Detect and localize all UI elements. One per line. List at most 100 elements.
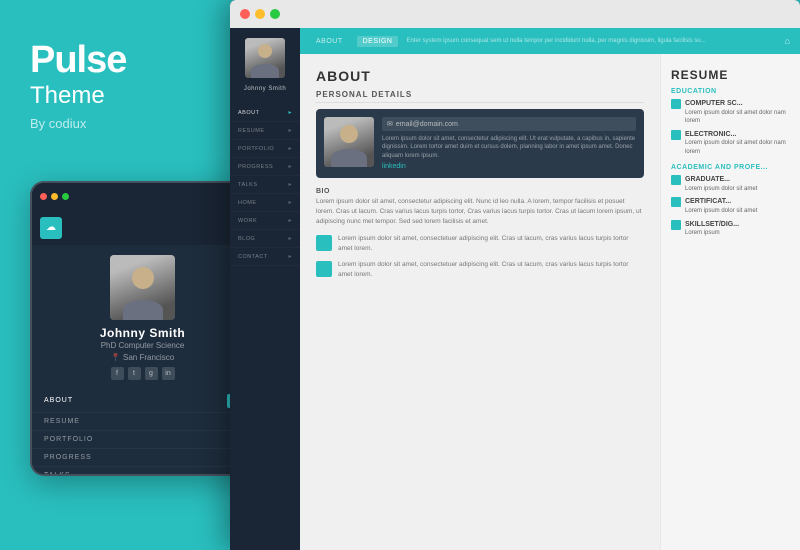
profile-info: ✉ email@domain.com Lorem ipsum dolor sit…	[382, 117, 636, 170]
about-title: ABOUT	[316, 68, 644, 84]
mobile-titlebar	[32, 183, 253, 211]
resume-text-1: ELECTRONIC... Lorem ipsum dolor sit amet…	[685, 130, 790, 157]
resume-dot-3	[671, 175, 681, 185]
desktop-sidebar-avatar	[245, 38, 285, 78]
action-icon-1	[316, 235, 332, 251]
desktop-tab-design[interactable]: DESIGN	[357, 36, 399, 47]
resume-item-1: ELECTRONIC... Lorem ipsum dolor sit amet…	[671, 130, 790, 157]
googleplus-icon[interactable]: g	[145, 367, 158, 380]
bio-block: Bio Lorem ipsum dolor sit amet, consecte…	[316, 188, 644, 226]
desktop-content: ABOUT PERSONAL DETAILS ✉ email@domain.co…	[300, 54, 800, 550]
mobile-user-location: 📍 San Francisco	[111, 353, 174, 362]
desktop-dot-green	[270, 9, 280, 19]
ds-nav-home[interactable]: HOME ▸	[230, 194, 300, 212]
ds-arrow-contact: ▸	[288, 253, 292, 260]
academic-title: ACADEMIC AND PROFE...	[671, 164, 790, 171]
desktop-tab-about[interactable]: ABOUT	[310, 36, 349, 47]
profile-email: ✉ email@domain.com	[382, 117, 636, 131]
ds-nav-resume[interactable]: RESUME ▸	[230, 122, 300, 140]
action-icon-2	[316, 261, 332, 277]
desktop-topbar: ABOUT DESIGN Enter system ipsum consequa…	[300, 28, 800, 54]
profile-description: Lorem ipsum dolor sit amet, consectetur …	[382, 135, 636, 160]
resume-academic: ACADEMIC AND PROFE... GRADUATE... Lorem …	[671, 164, 790, 238]
desktop-mockup: Johnny Smith ABOUT ▸ RESUME ▸ PORTFOLIO …	[230, 0, 800, 550]
mobile-user-title: PhD Computer Science	[101, 341, 185, 350]
twitter-icon[interactable]: t	[128, 367, 141, 380]
ds-arrow-progress: ▸	[288, 163, 292, 170]
mobile-header: ☁	[32, 211, 253, 245]
mobile-mockup: ☁ Johnny Smith PhD Computer Science 📍 Sa…	[30, 181, 255, 476]
resume-item-3: GRADUATE... Lorem ipsum dolor sit amet	[671, 175, 790, 193]
home-icon[interactable]: ⌂	[785, 36, 790, 46]
ds-nav-blog[interactable]: BLOG ▸	[230, 230, 300, 248]
linkedin-icon[interactable]: in	[162, 367, 175, 380]
profile-card: ✉ email@domain.com Lorem ipsum dolor sit…	[316, 109, 644, 178]
desktop-main: ABOUT DESIGN Enter system ipsum consequa…	[300, 28, 800, 550]
ds-arrow-talks: ▸	[288, 181, 292, 188]
branding-panel: Pulse Theme By codiux ☁	[0, 0, 230, 550]
ds-arrow-about: ▸	[288, 109, 292, 116]
facebook-icon[interactable]: f	[111, 367, 124, 380]
profile-link[interactable]: linkedin	[382, 163, 636, 170]
resume-text-0: COMPUTER SC... Lorem ipsum dolor sit ame…	[685, 99, 790, 126]
desktop-titlebar	[230, 0, 800, 28]
desktop-about-section: ABOUT PERSONAL DETAILS ✉ email@domain.co…	[300, 54, 660, 550]
desktop-inner: Johnny Smith ABOUT ▸ RESUME ▸ PORTFOLIO …	[230, 28, 800, 550]
resume-item-5: SKILLSET/DIG... Lorem ipsum	[671, 220, 790, 238]
mobile-content-area: ☁ Johnny Smith PhD Computer Science 📍 Sa…	[32, 211, 253, 474]
resume-item-4: CERTIFICAT... Lorem ipsum dolor sit amet	[671, 197, 790, 215]
mobile-social-links: f t g in	[111, 367, 175, 380]
education-title: EDUCATION	[671, 88, 790, 95]
ds-nav-contact[interactable]: CONTACT ▸	[230, 248, 300, 266]
ds-arrow-blog: ▸	[288, 235, 292, 242]
resume-text-3: GRADUATE... Lorem ipsum dolor sit amet	[685, 175, 757, 193]
brand-subtitle: Theme	[30, 82, 105, 110]
bio-text: Lorem ipsum dolor sit amet, consectetur …	[316, 197, 644, 226]
resume-item-0: COMPUTER SC... Lorem ipsum dolor sit ame…	[671, 99, 790, 126]
brand-title: Pulse	[30, 40, 126, 82]
ds-arrow-work: ▸	[288, 217, 292, 224]
resume-education: EDUCATION COMPUTER SC... Lorem ipsum dol…	[671, 88, 790, 156]
mobile-nav: ABOUT ▸ RESUME ▸ PORTFOLIO ▸ PROGRESS ▸ …	[32, 386, 253, 476]
mobile-profile-area: Johnny Smith PhD Computer Science 📍 San …	[32, 245, 253, 386]
resume-dot-4	[671, 197, 681, 207]
mobile-user-name: Johnny Smith	[100, 326, 185, 340]
brand-by: By codiux	[30, 116, 86, 131]
ds-nav-talks[interactable]: TALKS ▸	[230, 176, 300, 194]
desktop-resume-section: RESUME EDUCATION COMPUTER SC... Lorem ip…	[660, 54, 800, 550]
action-text-1: Lorem ipsum dolor sit amet, consectetuer…	[338, 234, 644, 254]
dot-green	[62, 193, 69, 200]
nav-item-portfolio[interactable]: PORTFOLIO ▸	[32, 431, 253, 449]
action-text-2: Lorem ipsum dolor sit amet, consectetuer…	[338, 260, 644, 280]
mobile-cloud-btn[interactable]: ☁	[40, 217, 62, 239]
desktop-dot-red	[240, 9, 250, 19]
ds-nav-work[interactable]: WORK ▸	[230, 212, 300, 230]
action-item-2: Lorem ipsum dolor sit amet, consectetuer…	[316, 260, 644, 280]
ds-nav-portfolio[interactable]: PORTFOLIO ▸	[230, 140, 300, 158]
ds-arrow-home: ▸	[288, 199, 292, 206]
nav-item-resume[interactable]: RESUME ▸	[32, 413, 253, 431]
dot-red	[40, 193, 47, 200]
dot-yellow	[51, 193, 58, 200]
avatar-image	[110, 255, 175, 320]
resume-text-4: CERTIFICAT... Lorem ipsum dolor sit amet	[685, 197, 757, 215]
desktop-sidebar: Johnny Smith ABOUT ▸ RESUME ▸ PORTFOLIO …	[230, 28, 300, 550]
bio-label: Bio	[316, 188, 644, 195]
mobile-avatar	[110, 255, 175, 320]
resume-dot-5	[671, 220, 681, 230]
ds-arrow-resume: ▸	[288, 127, 292, 134]
nav-item-talks[interactable]: TALKS ▸	[32, 467, 253, 476]
resume-title: RESUME	[671, 68, 790, 82]
mobile-window-dots	[40, 193, 69, 200]
desktop-sidebar-name: Johnny Smith	[244, 86, 286, 92]
resume-dot-0	[671, 99, 681, 109]
personal-details-title: PERSONAL DETAILS	[316, 90, 644, 103]
action-item-1: Lorem ipsum dolor sit amet, consectetuer…	[316, 234, 644, 254]
desktop-dot-yellow	[255, 9, 265, 19]
nav-item-progress[interactable]: PROGRESS ▸	[32, 449, 253, 467]
ds-nav-progress[interactable]: PROGRESS ▸	[230, 158, 300, 176]
resume-dot-1	[671, 130, 681, 140]
ds-nav-about[interactable]: ABOUT ▸	[230, 104, 300, 122]
profile-image	[324, 117, 374, 167]
nav-item-about[interactable]: ABOUT ▸	[32, 390, 253, 413]
